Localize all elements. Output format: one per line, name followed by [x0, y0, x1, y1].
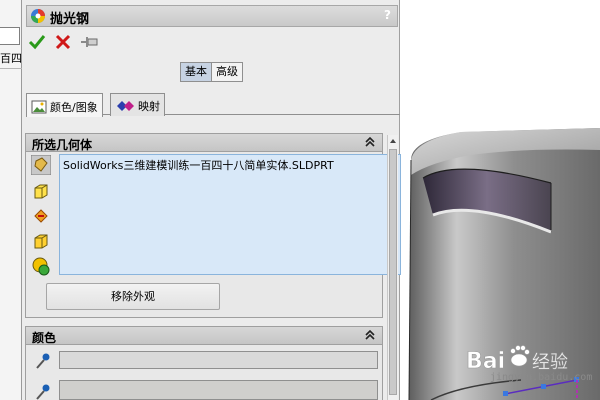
appearance-property-manager: 抛光钢 ? 基本 高级 颜色/图象 映射 所选几何体 SolidWorks三维建…	[22, 0, 401, 400]
svg-text:Bai: Bai	[466, 349, 505, 374]
color-header[interactable]: 颜色	[26, 327, 382, 345]
watermark-url: jingyan.baidu.com	[490, 372, 593, 383]
ok-check-icon[interactable]	[28, 33, 46, 51]
scrollbar-thumb[interactable]	[389, 149, 397, 395]
eyedropper-icon[interactable]	[34, 383, 50, 400]
part-filter-icon[interactable]	[31, 155, 51, 175]
body-filter-icon[interactable]	[31, 231, 51, 251]
mode-toggle: 基本 高级	[180, 62, 243, 82]
previous-panel-input[interactable]	[0, 27, 20, 45]
svg-text:经验: 经验	[532, 352, 568, 373]
appearance-logo-icon	[31, 9, 45, 23]
color-swatch-field[interactable]	[59, 351, 378, 369]
panel-scrollbar[interactable]	[387, 135, 398, 400]
select-all-icon[interactable]	[31, 256, 51, 276]
double-chevron-up-icon[interactable]	[363, 328, 377, 342]
basic-mode-button[interactable]: 基本	[181, 63, 212, 81]
advanced-mode-button[interactable]: 高级	[212, 63, 242, 81]
selected-geometry-header[interactable]: 所选几何体	[26, 134, 382, 152]
cancel-x-icon[interactable]	[54, 33, 72, 51]
pushpin-icon[interactable]	[80, 33, 100, 51]
previous-panel-text: 百四	[0, 52, 22, 65]
double-chevron-up-icon[interactable]	[363, 135, 377, 149]
selected-geometry-title: 所选几何体	[32, 138, 93, 152]
previous-panel-divider	[0, 68, 22, 69]
property-manager-titlebar: 抛光钢 ?	[26, 5, 398, 27]
remove-appearance-button[interactable]: 移除外观	[46, 283, 220, 310]
eyedropper-icon[interactable]	[34, 352, 50, 370]
selected-geometry-list[interactable]: SolidWorks三维建模训练一百四十八简单实体.SLDPRT	[59, 154, 401, 275]
previous-panel-strip: 百四	[0, 0, 22, 400]
baidu-jingyan-watermark-icon: Bai 经验	[466, 345, 568, 374]
tab-mapping[interactable]: 映射	[110, 93, 165, 116]
mapping-icon	[117, 101, 134, 111]
color-preview-field[interactable]	[59, 380, 378, 400]
tab-color-image[interactable]: 颜色/图象	[26, 93, 103, 117]
scroll-up-icon[interactable]	[389, 137, 397, 145]
panel-tabs: 颜色/图象 映射	[26, 93, 400, 117]
list-item[interactable]: SolidWorks三维建模训练一百四十八简单实体.SLDPRT	[63, 157, 334, 173]
feature-filter-icon[interactable]	[31, 206, 51, 226]
tab-label: 映射	[138, 100, 160, 113]
property-manager-title: 抛光钢	[50, 12, 90, 27]
help-button[interactable]: ?	[384, 8, 391, 22]
color-title: 颜色	[32, 331, 57, 345]
image-icon	[31, 100, 47, 113]
tab-label: 颜色/图象	[50, 100, 98, 114]
face-filter-icon[interactable]	[31, 181, 51, 201]
